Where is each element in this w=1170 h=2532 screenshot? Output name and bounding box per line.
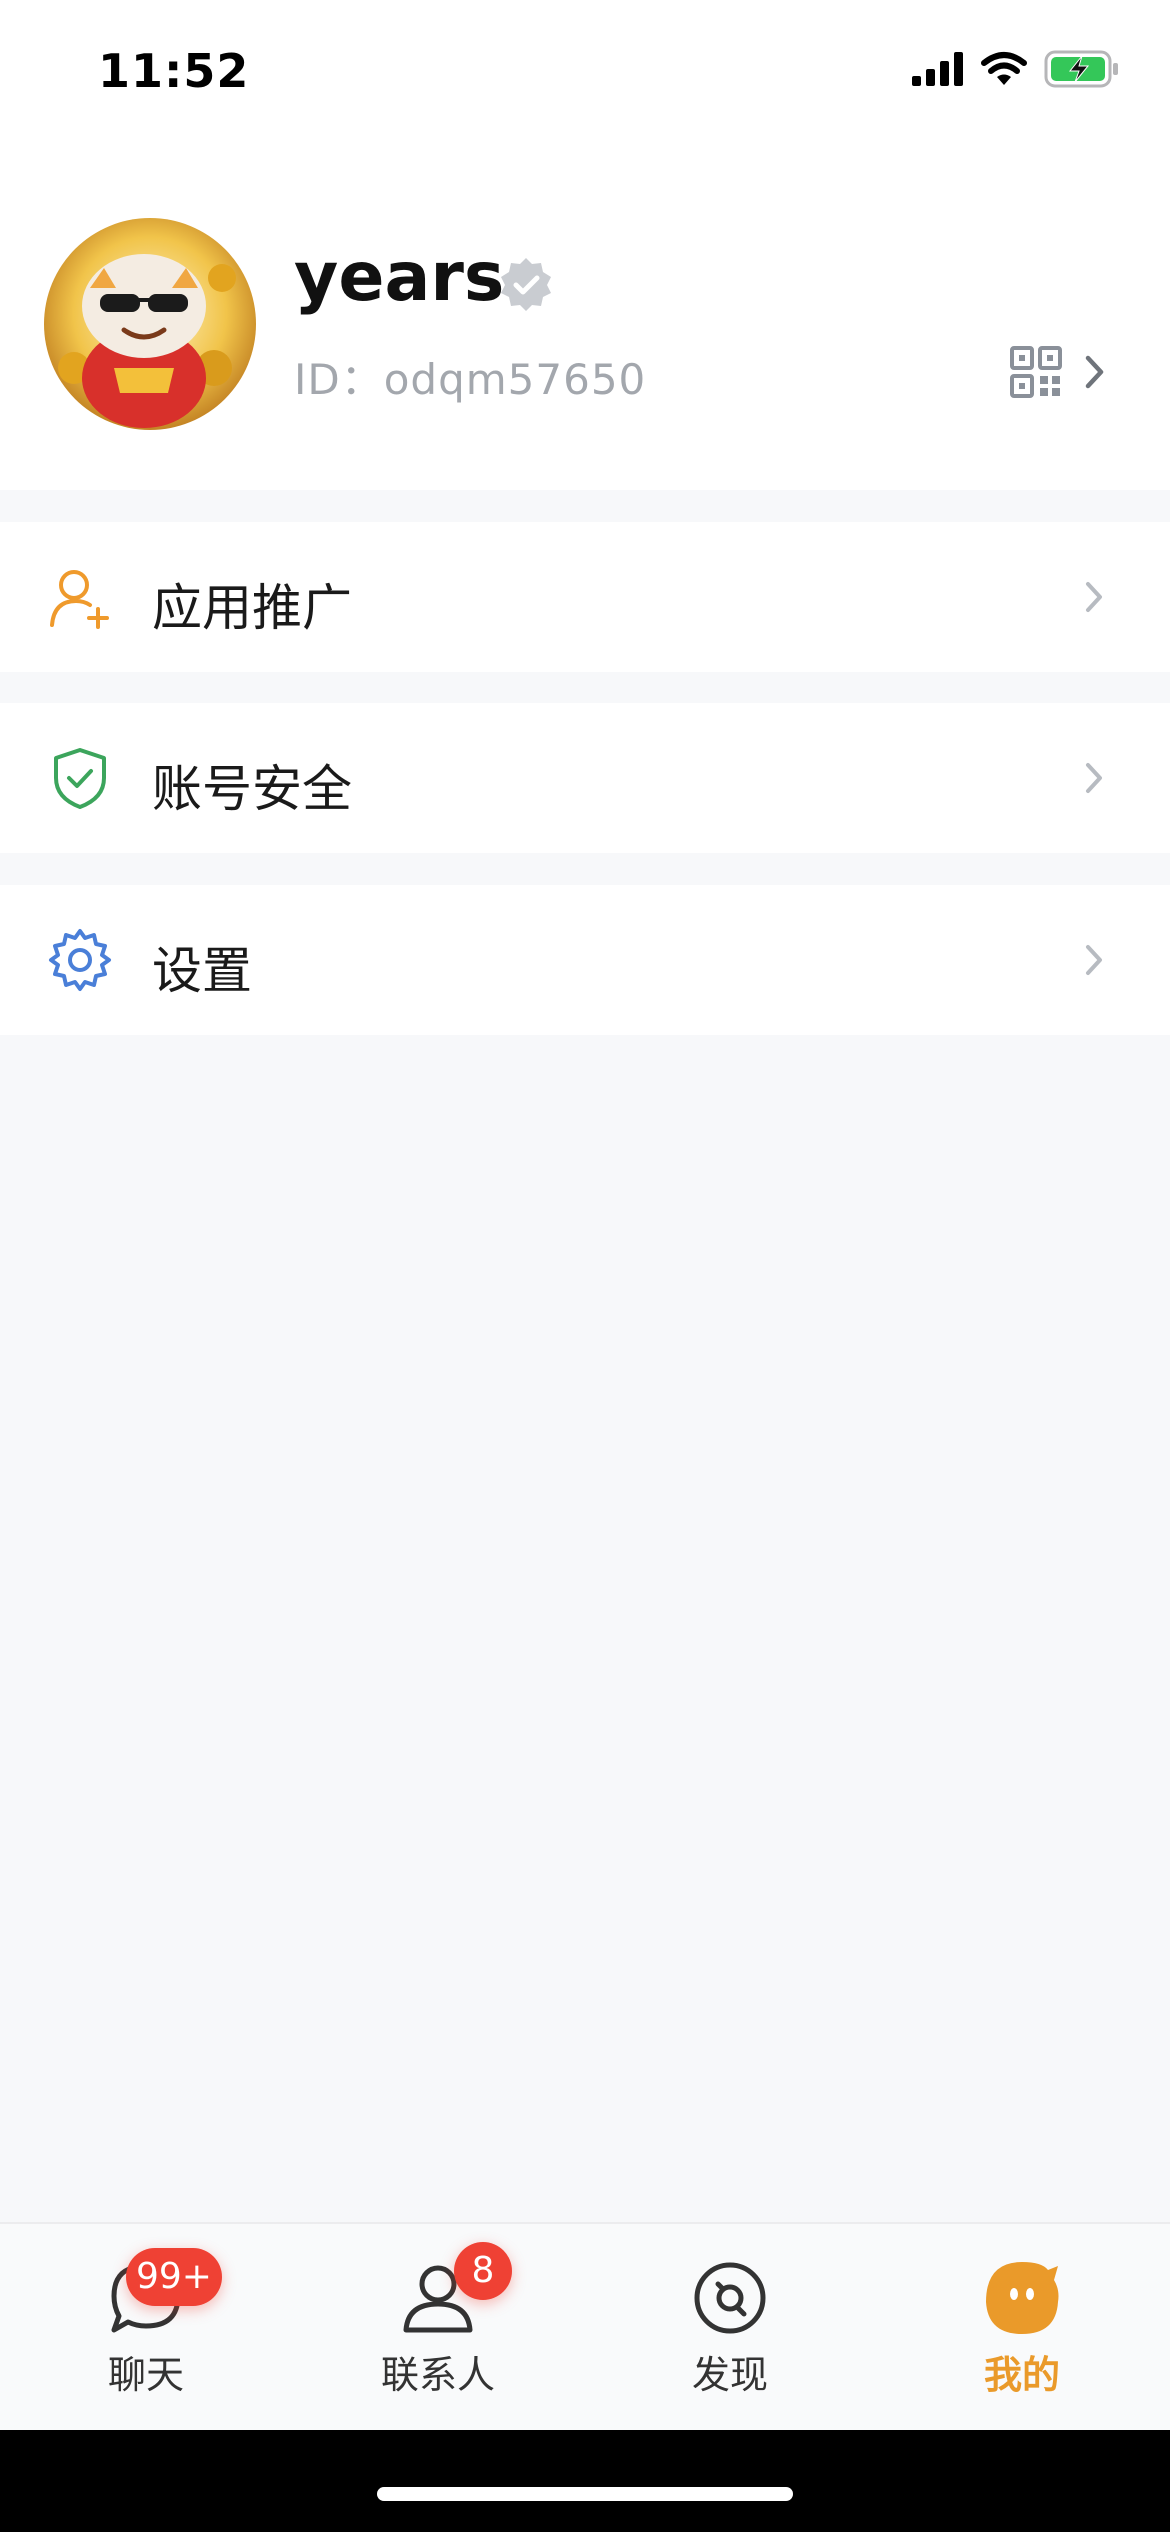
profile-header[interactable]: years ID：odqm57650 (0, 150, 1170, 490)
me-icon (984, 2260, 1060, 2336)
tab-discover[interactable]: 发现 (584, 2224, 876, 2432)
verified-badge-icon (498, 256, 554, 316)
tab-label: 聊天 (107, 2353, 184, 2397)
discover-icon (692, 2260, 768, 2336)
tab-label: 发现 (691, 2353, 768, 2397)
status-icons (912, 50, 1120, 92)
tab-contacts[interactable]: 8 联系人 (292, 2224, 584, 2432)
status-time: 11:52 (98, 44, 250, 98)
add-user-icon (48, 565, 112, 629)
chevron-right-icon (1084, 943, 1104, 981)
menu-item-account-security[interactable]: 账号安全 (0, 703, 1170, 853)
avatar[interactable] (44, 218, 256, 430)
username: years (294, 238, 505, 317)
shield-check-icon (48, 746, 112, 810)
unread-badge: 99+ (126, 2248, 222, 2306)
gear-icon (48, 928, 112, 992)
qr-code-icon[interactable] (1010, 346, 1062, 402)
menu-item-app-promotion[interactable]: 应用推广 (0, 522, 1170, 672)
tab-label: 联系人 (380, 2353, 495, 2397)
battery-charging-icon (1044, 50, 1120, 92)
menu-label: 账号安全 (152, 760, 352, 818)
home-indicator[interactable] (377, 2487, 793, 2501)
menu-label: 应用推广 (152, 579, 352, 637)
menu-item-settings[interactable]: 设置 (0, 885, 1170, 1035)
unread-badge: 8 (454, 2242, 512, 2300)
status-bar: 11:52 (0, 0, 1170, 150)
tab-bar: 99+ 聊天 8 联系人 发现 我的 (0, 2222, 1170, 2432)
tab-label: 我的 (983, 2353, 1060, 2397)
user-id: ID：odqm57650 (294, 355, 647, 404)
menu-label: 设置 (152, 942, 252, 1000)
chevron-right-icon (1084, 580, 1104, 618)
tab-chat[interactable]: 99+ 聊天 (0, 2224, 292, 2432)
tab-me[interactable]: 我的 (876, 2224, 1168, 2432)
home-indicator-area (0, 2430, 1170, 2532)
chevron-right-icon (1084, 761, 1104, 799)
wifi-icon (980, 51, 1028, 91)
cellular-signal-icon (912, 52, 964, 90)
chevron-right-icon[interactable] (1084, 354, 1106, 394)
